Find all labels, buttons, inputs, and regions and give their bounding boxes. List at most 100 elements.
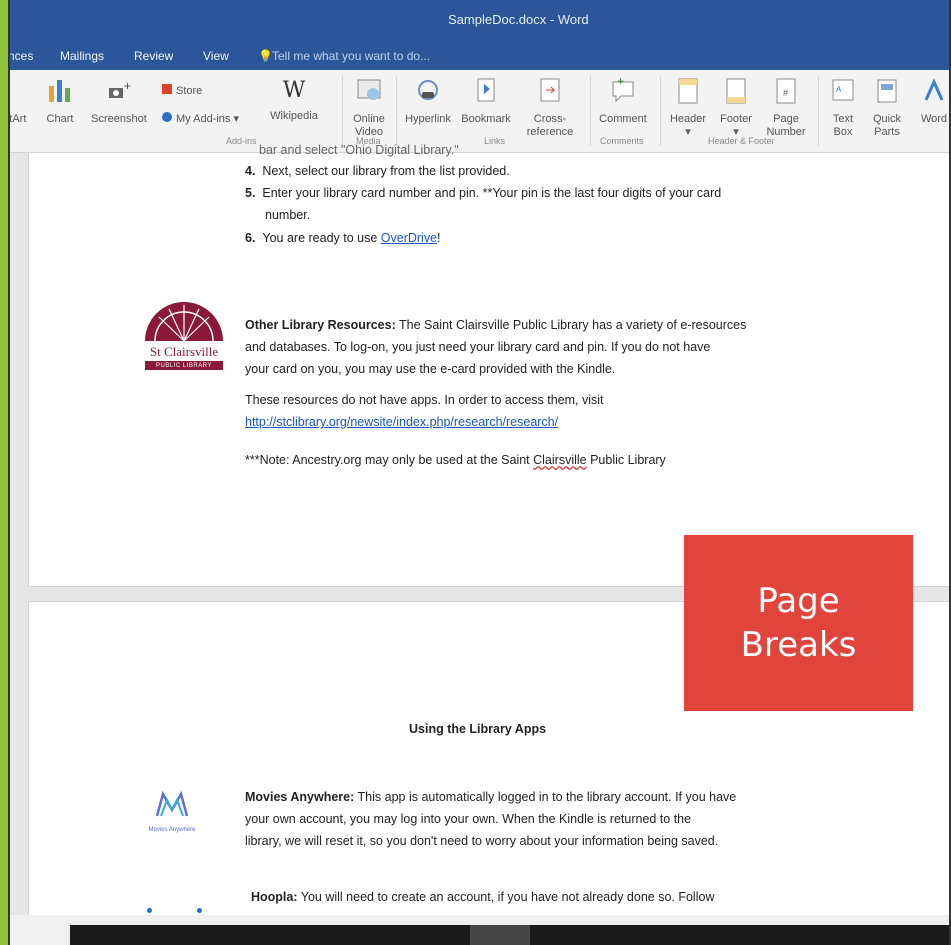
screenshot-label: Screenshot: [91, 113, 147, 125]
wordart-insert-button[interactable]: Word: [912, 76, 951, 126]
chart-icon: [49, 80, 70, 102]
other-resources-line1: The Saint Clairsville Public Library has…: [395, 318, 747, 332]
cross-reference-icon: [540, 78, 560, 102]
hoopla-heading: Hoopla:: [251, 890, 298, 904]
title-bar: SampleDoc.docx - Word: [8, 0, 951, 42]
research-url-link[interactable]: http://stclibrary.org/newsite/index.php/…: [245, 413, 558, 432]
ribbon-divider: [590, 76, 591, 146]
hoopla-paragraph-line1: Hoopla: You will need to create an accou…: [251, 888, 714, 907]
header-button[interactable]: Header ▾: [664, 76, 712, 139]
screenshot-button[interactable]: + Screenshot: [86, 76, 152, 126]
bookmark-button[interactable]: Bookmark: [458, 76, 514, 126]
ribbon-tabs: nces Mailings Review View 💡 Tell me what…: [8, 42, 951, 70]
other-resources-heading: Other Library Resources:: [245, 318, 396, 332]
video-icon: [357, 79, 381, 100]
overdrive-link[interactable]: OverDrive: [381, 231, 437, 245]
text-box-label: Text Box: [832, 113, 854, 138]
comment-label: Comment: [599, 113, 647, 125]
tell-me-search[interactable]: Tell me what you want to do...: [272, 49, 430, 63]
list-item: 6. You are ready to use OverDrive!: [245, 229, 441, 248]
comment-button[interactable]: + Comment: [594, 74, 652, 126]
other-resources-line3: your card on you, you may use the e-card…: [245, 362, 616, 376]
addins-icon: [162, 112, 172, 122]
movies-anywhere-logo: Movies Anywhere: [137, 788, 207, 838]
window-title: SampleDoc.docx - Word: [448, 12, 589, 27]
list-item: 5. Enter your library card number and pi…: [245, 184, 721, 203]
links-group-label: Links: [484, 136, 506, 146]
ancestry-note: ***Note: Ancestry.org may only be used a…: [245, 451, 666, 470]
ribbon-divider: [342, 76, 343, 146]
tab-mailings[interactable]: Mailings: [60, 49, 104, 63]
svg-text:#: #: [783, 88, 788, 98]
bookmark-icon: [477, 78, 495, 102]
online-video-button[interactable]: Online Video: [346, 76, 392, 139]
header-footer-group-label: Header & Footer: [708, 136, 775, 146]
frame-left-border: [8, 0, 10, 945]
movies-anywhere-caption: Movies Anywhere: [148, 827, 196, 833]
list-text-end: !: [437, 231, 441, 245]
movies-line1: This app is automatically logged in to t…: [354, 790, 737, 804]
list-number: 6.: [245, 231, 256, 245]
chart-label: Chart: [46, 113, 74, 125]
ribbon-divider: [660, 76, 661, 146]
list-text: You are ready to use: [262, 231, 381, 245]
ribbon-divider: [818, 76, 819, 146]
footer-button[interactable]: Footer ▾: [712, 76, 760, 139]
lightbulb-icon: 💡: [258, 49, 273, 63]
text-box-button[interactable]: A Text Box: [822, 76, 864, 139]
note-text: ***Note: Ancestry.org may only be used a…: [245, 453, 534, 467]
other-resources-line2: and databases. To log-on, you just need …: [245, 340, 711, 354]
svg-text:+: +: [124, 79, 131, 93]
tab-references[interactable]: nces: [8, 49, 33, 63]
taskbar-active-item[interactable]: [470, 925, 530, 945]
smartart-icon: [8, 82, 10, 100]
wordart-icon: [924, 78, 944, 101]
library-logo: St Clairsville PUBLIC LIBRARY: [139, 293, 229, 383]
page-breaks-callout: Page Breaks: [684, 535, 913, 711]
apps-heading: Using the Library Apps: [409, 722, 547, 736]
document-area[interactable]: bar and select "Ohio Digital Library." 4…: [8, 143, 951, 916]
no-apps-text: These resources do not have apps. In ord…: [245, 393, 604, 407]
tab-view[interactable]: View: [203, 49, 229, 63]
cross-reference-button[interactable]: Cross-reference: [518, 76, 582, 139]
logo-name: St Clairsville: [149, 344, 219, 359]
page-1: bar and select "Ohio Digital Library." 4…: [28, 143, 951, 587]
comments-group-label: Comments: [600, 136, 644, 146]
word-window: SampleDoc.docx - Word nces Mailings Revi…: [8, 0, 951, 945]
callout-line2: Breaks: [740, 625, 857, 665]
svg-text:A: A: [836, 85, 842, 94]
chart-button[interactable]: Chart: [40, 76, 80, 126]
header-icon: [678, 78, 698, 104]
movies-line2: your own account, you may log into your …: [245, 812, 692, 826]
tab-review[interactable]: Review: [134, 49, 173, 63]
taskbar: [70, 925, 951, 945]
quick-parts-label: Quick Parts: [872, 113, 902, 138]
wikipedia-button[interactable]: W Wikipedia: [266, 76, 322, 123]
note-text-end: Public Library: [586, 453, 666, 467]
page-number-button[interactable]: # Page Number: [762, 76, 810, 139]
quick-parts-button[interactable]: Quick Parts: [864, 76, 910, 139]
movies-paragraph-line1: Movies Anywhere: This app is automatical…: [245, 788, 736, 807]
hyperlink-button[interactable]: Hyperlink: [400, 76, 456, 126]
cross-reference-label: Cross-reference: [526, 113, 574, 138]
text-box-icon: A: [832, 79, 854, 101]
list-text: Next, select our library from the list p…: [262, 164, 510, 178]
hoopla-logo: [143, 902, 213, 916]
quick-parts-icon: [877, 79, 897, 103]
other-resources-paragraph: Other Library Resources: The Saint Clair…: [245, 316, 885, 335]
movies-line3: library, we will reset it, so you don't …: [245, 834, 719, 848]
store-label: Store: [176, 85, 203, 97]
callout-line1: Page: [757, 581, 840, 621]
bookmark-label: Bookmark: [461, 113, 511, 125]
ribbon-divider: [396, 76, 397, 146]
ribbon: rtArt Chart + Screenshot Store My Add-in…: [8, 70, 951, 153]
list-text: Enter your library card number and pin. …: [262, 186, 722, 200]
wordart-button[interactable]: rtArt: [8, 76, 36, 126]
my-addins-button[interactable]: My Add-ins ▾: [162, 112, 262, 125]
list-item: 4. Next, select our library from the lis…: [245, 162, 510, 181]
store-button[interactable]: Store: [162, 84, 242, 97]
wordart-label: Word: [920, 113, 948, 125]
page-number-icon: #: [776, 78, 796, 104]
footer-label: Footer: [720, 113, 752, 125]
logo-subtitle: PUBLIC LIBRARY: [156, 363, 212, 369]
